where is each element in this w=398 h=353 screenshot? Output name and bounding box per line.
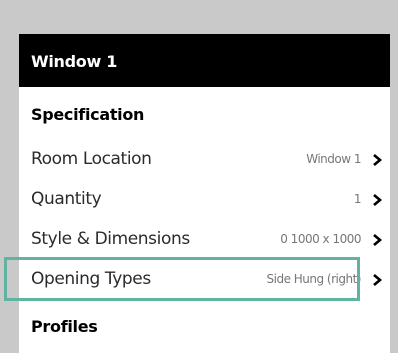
row-value: Side Hung (right) — [266, 272, 362, 286]
section-heading-specification: Specification — [31, 105, 145, 124]
row-value: Window 1 — [306, 152, 361, 166]
chevron-right-icon — [370, 193, 384, 207]
row-label: Opening Types — [31, 269, 151, 289]
row-quantity[interactable]: Quantity 1 — [19, 182, 390, 218]
row-value: 1 — [353, 192, 362, 206]
chevron-right-icon — [370, 233, 384, 247]
panel-header: Window 1 — [19, 34, 390, 87]
window-spec-panel: Window 1 Specification Room Location Win… — [19, 34, 390, 353]
section-heading-profiles: Profiles — [31, 317, 98, 336]
row-style-dimensions[interactable]: Style & Dimensions 0 1000 x 1000 — [19, 222, 390, 258]
chevron-right-icon — [370, 273, 384, 287]
row-opening-types[interactable]: Opening Types Side Hung (right) — [19, 262, 390, 298]
panel-title: Window 1 — [31, 52, 118, 71]
row-label: Room Location — [31, 149, 152, 169]
row-value: 0 1000 x 1000 — [280, 232, 361, 246]
row-label: Quantity — [31, 189, 102, 209]
chevron-right-icon — [370, 153, 384, 167]
row-label: Style & Dimensions — [31, 229, 190, 249]
row-room-location[interactable]: Room Location Window 1 — [19, 142, 390, 178]
